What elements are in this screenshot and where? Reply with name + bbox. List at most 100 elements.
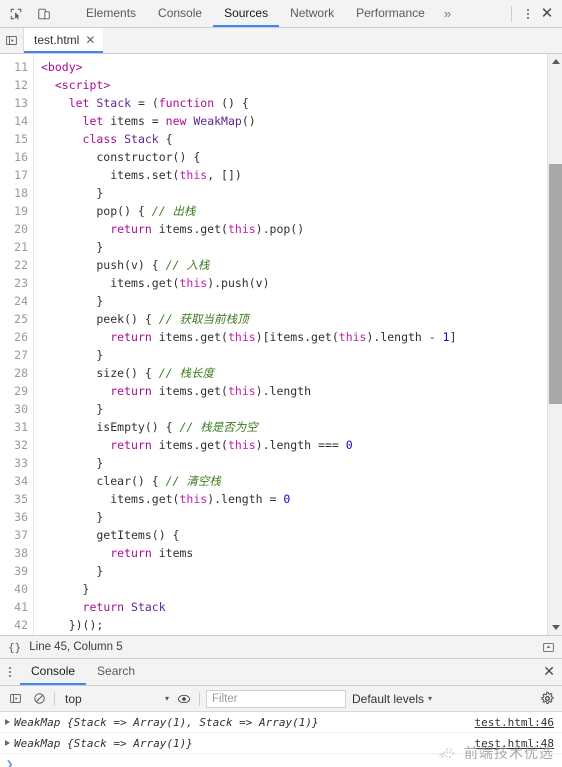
code-line[interactable]: let Stack = (function () { — [41, 94, 547, 112]
console-source-link-2[interactable]: test.html:48 — [475, 737, 554, 750]
line-number[interactable]: 25 — [0, 310, 33, 328]
code-line[interactable]: } — [41, 562, 547, 580]
code-line[interactable]: pop() { // 出栈 — [41, 202, 547, 220]
editor-vertical-scrollbar[interactable] — [547, 54, 562, 635]
code-line[interactable]: return Stack — [41, 598, 547, 616]
tab-elements[interactable]: Elements — [75, 0, 147, 27]
line-number[interactable]: 40 — [0, 580, 33, 598]
line-number[interactable]: 33 — [0, 454, 33, 472]
pretty-print-icon[interactable]: {} — [8, 641, 21, 654]
line-number[interactable]: 17 — [0, 166, 33, 184]
code-line[interactable]: push(v) { // 入栈 — [41, 256, 547, 274]
scrollbar-thumb[interactable] — [549, 164, 562, 404]
console-message-row-2[interactable]: WeakMap {Stack => Array(1)} test.html:48 — [0, 733, 562, 754]
tab-console[interactable]: Console — [147, 0, 213, 27]
line-number[interactable]: 11 — [0, 58, 33, 76]
line-number[interactable]: 42 — [0, 616, 33, 634]
tab-network[interactable]: Network — [279, 0, 345, 27]
disclosure-triangle-icon-2[interactable] — [5, 740, 10, 746]
line-number[interactable]: 37 — [0, 526, 33, 544]
line-number[interactable]: 13 — [0, 94, 33, 112]
code-line[interactable]: } — [41, 346, 547, 364]
code-line[interactable]: class Stack { — [41, 130, 547, 148]
code-line[interactable]: constructor() { — [41, 148, 547, 166]
console-input-prompt[interactable]: ❯ — [0, 754, 562, 767]
line-number[interactable]: 15 — [0, 130, 33, 148]
line-number[interactable]: 14 — [0, 112, 33, 130]
disclosure-triangle-icon[interactable] — [5, 719, 10, 725]
line-number[interactable]: 39 — [0, 562, 33, 580]
code-line[interactable]: return items.get(this)[items.get(this).l… — [41, 328, 547, 346]
line-number[interactable]: 32 — [0, 436, 33, 454]
line-number[interactable]: 38 — [0, 544, 33, 562]
console-settings-icon[interactable] — [540, 691, 556, 707]
code-line[interactable]: } — [41, 238, 547, 256]
console-message-row-1[interactable]: WeakMap {Stack => Array(1), Stack => Arr… — [0, 712, 562, 733]
device-toolbar-icon[interactable] — [34, 4, 54, 24]
code-line[interactable]: isEmpty() { // 栈是否为空 — [41, 418, 547, 436]
code-line[interactable]: } — [41, 184, 547, 202]
line-number[interactable]: 21 — [0, 238, 33, 256]
scroll-down-arrow-icon[interactable] — [548, 620, 562, 635]
code-line[interactable]: return items.get(this).length — [41, 382, 547, 400]
more-vertical-icon[interactable] — [520, 6, 536, 22]
execution-context-selector[interactable]: top ▾ — [61, 692, 169, 706]
more-tabs-button[interactable]: » — [436, 0, 459, 27]
console-sidebar-icon[interactable] — [6, 690, 24, 708]
code-line[interactable]: return items — [41, 544, 547, 562]
line-number[interactable]: 29 — [0, 382, 33, 400]
code-line[interactable]: } — [41, 454, 547, 472]
line-number[interactable]: 19 — [0, 202, 33, 220]
line-number[interactable]: 20 — [0, 220, 33, 238]
line-number[interactable]: 31 — [0, 418, 33, 436]
code-line[interactable]: <body> — [41, 58, 547, 76]
code-line[interactable]: } — [41, 292, 547, 310]
line-number[interactable]: 30 — [0, 400, 33, 418]
close-icon[interactable]: ✕ — [538, 5, 556, 23]
clear-console-icon[interactable] — [30, 690, 48, 708]
code-line[interactable]: getItems() { — [41, 526, 547, 544]
log-level-selector[interactable]: Default levels ▾ — [352, 692, 432, 706]
scroll-up-arrow-icon[interactable] — [548, 54, 562, 69]
drawer-tab-console[interactable]: Console — [20, 659, 87, 685]
code-line[interactable]: items.set(this, []) — [41, 166, 547, 184]
line-number[interactable]: 18 — [0, 184, 33, 202]
line-number[interactable]: 34 — [0, 472, 33, 490]
code-line[interactable]: size() { // 栈长度 — [41, 364, 547, 382]
line-number[interactable]: 27 — [0, 346, 33, 364]
console-filter-input[interactable]: Filter — [206, 689, 346, 708]
line-number[interactable]: 12 — [0, 76, 33, 94]
file-tab-test-html[interactable]: test.html ✕ — [24, 28, 104, 53]
drawer-close-icon[interactable]: ✕ — [543, 664, 555, 678]
line-number[interactable]: 23 — [0, 274, 33, 292]
line-number[interactable]: 26 — [0, 328, 33, 346]
drawer-more-vertical-icon[interactable] — [0, 659, 20, 685]
drawer-tab-search[interactable]: Search — [86, 659, 146, 685]
navigator-toggle-icon[interactable] — [0, 28, 24, 53]
line-number[interactable]: 22 — [0, 256, 33, 274]
code-line[interactable]: items.get(this).push(v) — [41, 274, 547, 292]
editor-settings-icon[interactable] — [540, 639, 556, 655]
inspect-element-icon[interactable] — [6, 4, 26, 24]
code-line[interactable]: })(); — [41, 616, 547, 634]
tab-sources[interactable]: Sources — [213, 0, 280, 27]
code-line[interactable]: peek() { // 获取当前栈顶 — [41, 310, 547, 328]
code-line[interactable]: <script> — [41, 76, 547, 94]
line-number[interactable]: 41 — [0, 598, 33, 616]
code-line[interactable]: } — [41, 400, 547, 418]
code-line[interactable]: items.get(this).length = 0 — [41, 490, 547, 508]
code-line[interactable]: clear() { // 清空栈 — [41, 472, 547, 490]
code-line[interactable]: let items = new WeakMap() — [41, 112, 547, 130]
console-source-link[interactable]: test.html:46 — [475, 716, 554, 729]
code-content[interactable]: <body> <script> let Stack = (function ()… — [34, 54, 547, 635]
line-number[interactable]: 28 — [0, 364, 33, 382]
line-number[interactable]: 36 — [0, 508, 33, 526]
tab-performance[interactable]: Performance — [345, 0, 436, 27]
live-expression-icon[interactable] — [175, 690, 193, 708]
file-tab-close-icon[interactable]: ✕ — [85, 34, 95, 46]
code-line[interactable]: return items.get(this).length === 0 — [41, 436, 547, 454]
line-number[interactable]: 16 — [0, 148, 33, 166]
code-line[interactable]: return items.get(this).pop() — [41, 220, 547, 238]
line-number[interactable]: 24 — [0, 292, 33, 310]
line-number[interactable]: 35 — [0, 490, 33, 508]
